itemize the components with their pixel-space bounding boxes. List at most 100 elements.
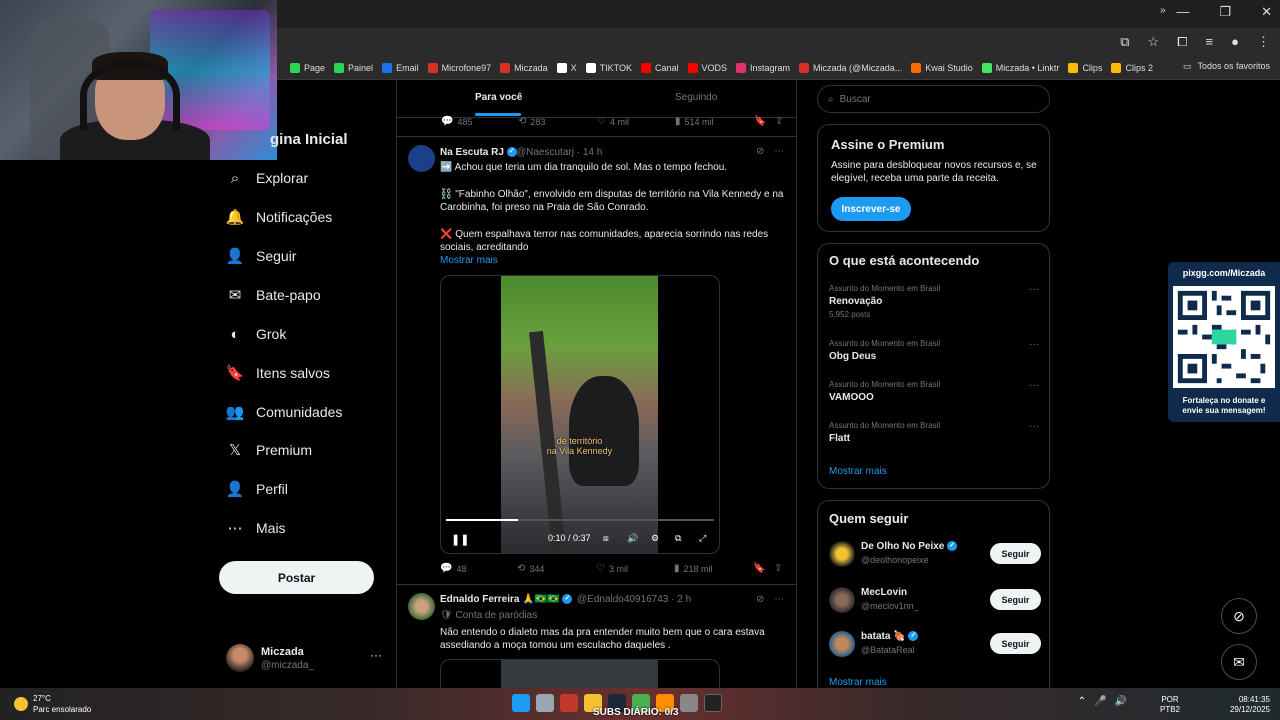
nav-home[interactable]: gina Inicial — [270, 131, 348, 148]
grok-icon[interactable]: ⊘ — [756, 594, 764, 605]
subscribe-button[interactable]: Inscrever-se — [831, 197, 911, 221]
settings-icon[interactable]: ⚙ — [651, 533, 659, 544]
reply-button[interactable]: 💬 48 — [440, 563, 466, 574]
views-button[interactable]: ▮ 514 mil — [675, 116, 714, 127]
avatar[interactable] — [829, 587, 855, 613]
trend-item[interactable]: Assunto do Momento em Brasil Flatt ··· — [829, 421, 1039, 444]
share-button[interactable]: ⇪ — [775, 116, 783, 127]
tweet-author[interactable]: Ednaldo Ferreira 🙏🇧🇷🇧🇷 ✓ — [440, 594, 573, 605]
grok-float-button[interactable]: ⊘ — [1221, 598, 1257, 634]
bookmark-item[interactable]: TIKTOK — [585, 62, 632, 73]
bookmark-item[interactable]: VODS — [687, 62, 727, 73]
bookmark-item[interactable]: Page — [290, 62, 325, 73]
bookmark-item[interactable]: Kwai Studio — [911, 62, 973, 73]
messages-float-button[interactable]: ✉ — [1221, 644, 1257, 680]
account-switcher[interactable]: Miczada @miczada_ ··· — [226, 644, 386, 674]
bookmark-item[interactable]: Instagram — [736, 62, 790, 73]
obs-icon[interactable] — [704, 694, 722, 712]
close-icon[interactable]: ✕ — [1261, 4, 1272, 20]
follow-button[interactable]: Seguir — [990, 633, 1041, 654]
nav-item-premium[interactable]: 𝕏 Premium — [226, 441, 312, 459]
nav-item-explorar[interactable]: ⌕ Explorar — [226, 169, 308, 187]
tweet-author[interactable]: Na Escuta RJ ✓ — [440, 147, 517, 158]
follow-suggestion[interactable]: MecLovin @meclov1nn_ Seguir — [829, 585, 1041, 615]
profile-avatar-icon[interactable]: ● — [1231, 34, 1239, 50]
repost-button[interactable]: ⟲ 283 — [518, 116, 545, 127]
more-icon[interactable]: ··· — [1029, 339, 1039, 350]
bookmark-button[interactable]: 🔖 — [754, 116, 766, 127]
bookmark-item[interactable]: Email — [382, 62, 419, 73]
follow-button[interactable]: Seguir — [990, 589, 1041, 610]
pause-icon[interactable]: ❚❚ — [451, 533, 469, 546]
bookmark-item[interactable]: Clips — [1068, 62, 1102, 73]
who-to-follow-show-more[interactable]: Mostrar mais — [829, 677, 887, 688]
more-icon[interactable]: ··· — [1029, 380, 1039, 391]
fullscreen-icon[interactable]: ⤢ — [699, 533, 706, 544]
clock[interactable]: 08:41:35 29/12/2025 — [1230, 695, 1270, 715]
grok-icon[interactable]: ⊘ — [756, 146, 764, 157]
video-player[interactable]: de território na Vila Kennedy ❚❚ 0:10 / … — [440, 275, 720, 554]
more-icon[interactable]: ··· — [1029, 421, 1039, 432]
bookmarks-overflow-button[interactable]: » — [1160, 5, 1166, 16]
nav-item-grok[interactable]: ◐ Grok — [226, 325, 286, 343]
more-icon[interactable]: ⋯ — [774, 146, 784, 157]
all-favorites[interactable]: ▭ Todos os favoritos — [1183, 61, 1270, 72]
tray-icons[interactable]: ⌃🎤🔊 — [1078, 696, 1135, 707]
search-input[interactable]: ⌕ Buscar — [817, 85, 1050, 113]
menu-icon[interactable]: ⋮ — [1257, 34, 1270, 50]
nav-item-comunidades[interactable]: 👥 Comunidades — [226, 403, 343, 421]
stream-app-icon[interactable] — [560, 694, 578, 712]
follow-suggestion[interactable]: De Olho No Peixe ✓ @deolhonopeixe Seguir — [829, 539, 1041, 569]
windows-start-icon[interactable] — [512, 694, 530, 712]
maximize-icon[interactable]: ❐ — [1219, 4, 1231, 20]
follow-button[interactable]: Seguir — [990, 543, 1041, 564]
bookmark-item[interactable]: X — [556, 62, 577, 73]
minimize-icon[interactable]: — — [1176, 4, 1189, 20]
tab-following[interactable]: Seguindo — [675, 92, 717, 103]
trend-item[interactable]: Assunto do Momento em Brasil VAMOOO ··· — [829, 380, 1039, 403]
bookmark-item[interactable]: Painel — [334, 62, 373, 73]
like-button[interactable]: ♡ 3 mil — [596, 563, 628, 574]
nav-item-bate-papo[interactable]: ✉ Bate-papo — [226, 286, 321, 304]
bookmark-item[interactable]: Miczada — [500, 62, 548, 73]
show-more-link[interactable]: Mostrar mais — [440, 255, 498, 266]
reply-button[interactable]: 💬 485 — [441, 116, 472, 127]
more-icon[interactable]: ··· — [1029, 284, 1039, 295]
volume-icon[interactable]: 🔊 — [627, 533, 638, 544]
snipping-tool-icon[interactable] — [680, 694, 698, 712]
more-icon[interactable]: ··· — [370, 648, 382, 662]
nav-item-perfil[interactable]: 👤 Perfil — [226, 480, 288, 498]
follow-suggestion[interactable]: batata 🍖 ✓ @BatataReal Seguir — [829, 629, 1041, 659]
more-icon[interactable]: ⋯ — [774, 594, 784, 605]
tab-for-you[interactable]: Para você — [475, 92, 522, 103]
settings-app-icon[interactable] — [536, 694, 554, 712]
bookmark-item[interactable]: Microfone97 — [427, 62, 491, 73]
repost-button[interactable]: ⟲ 344 — [517, 563, 544, 574]
views-button[interactable]: ▮ 218 mil — [674, 563, 713, 574]
nav-item-seguir[interactable]: 👤 Seguir — [226, 247, 297, 265]
bookmark-button[interactable]: 🔖 — [753, 563, 765, 574]
post-button[interactable]: Postar — [219, 561, 374, 594]
avatar[interactable] — [408, 145, 435, 172]
like-button[interactable]: ♡ 4 mil — [597, 116, 629, 127]
star-icon[interactable]: ☆ — [1147, 34, 1159, 50]
bookmark-item[interactable]: Miczada • Linktr — [981, 62, 1059, 73]
trend-item[interactable]: Assunto do Momento em Brasil Obg Deus ··· — [829, 339, 1039, 362]
avatar[interactable] — [408, 593, 435, 620]
share-button[interactable]: ⇪ — [774, 563, 782, 574]
nav-item-notificações[interactable]: 🔔 Notificações — [226, 208, 333, 226]
media-preview[interactable] — [440, 659, 720, 690]
pip-icon[interactable]: ⧉ — [675, 533, 681, 544]
nav-item-itens-salvos[interactable]: 🔖 Itens salvos — [226, 364, 330, 382]
trends-show-more[interactable]: Mostrar mais — [829, 466, 887, 477]
cast-icon[interactable]: ⧉ — [1120, 34, 1129, 50]
trend-item[interactable]: Assunto do Momento em Brasil Renovação 5.9… — [829, 284, 1039, 319]
video-progress-bar[interactable] — [446, 519, 714, 521]
captions-icon[interactable]: ⧈ — [603, 533, 609, 544]
extensions-icon[interactable]: ⧠ — [1177, 34, 1187, 50]
avatar[interactable] — [829, 541, 855, 567]
avatar[interactable] — [829, 631, 855, 657]
bookmark-item[interactable]: Canal — [640, 62, 679, 73]
media-icon[interactable]: ≡ — [1206, 34, 1214, 50]
language-indicator[interactable]: POR PTB2 — [1160, 695, 1180, 715]
